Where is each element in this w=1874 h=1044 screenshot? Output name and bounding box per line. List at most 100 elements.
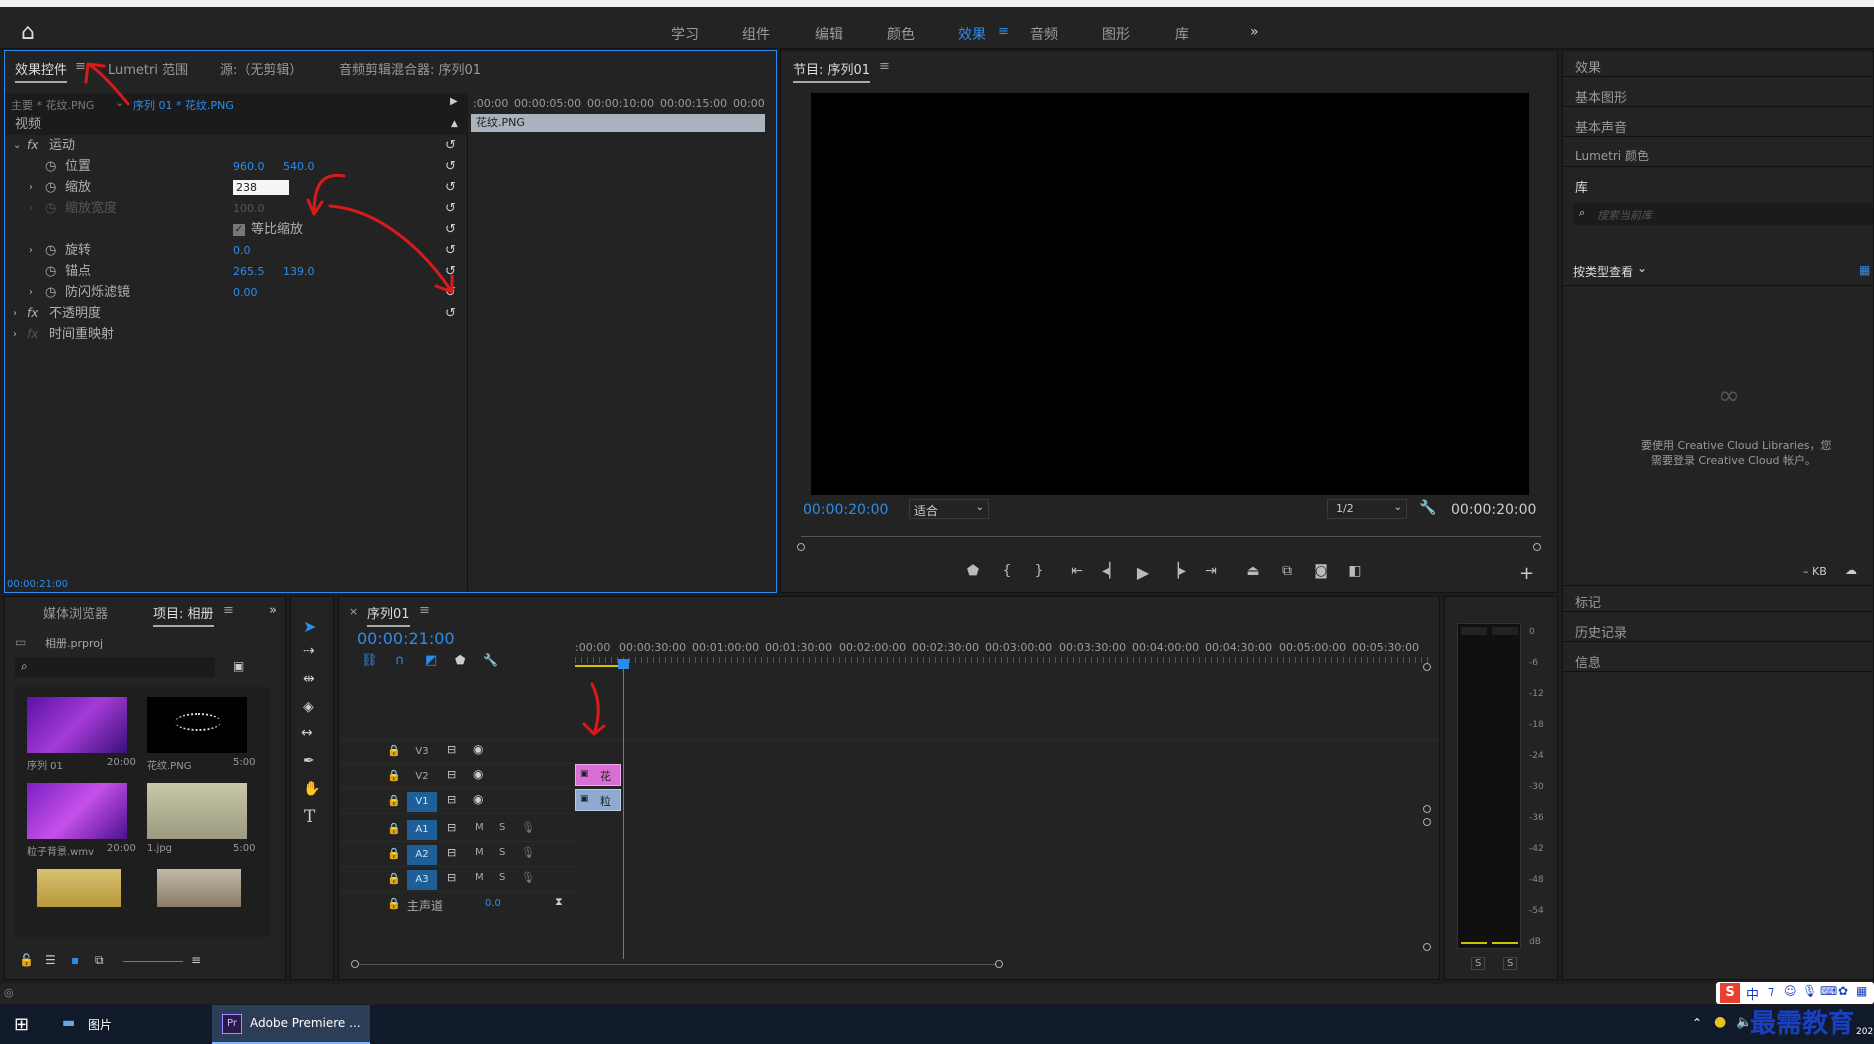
position-x-value[interactable]: 960.0 bbox=[233, 156, 265, 177]
opacity-row[interactable]: › fx 不透明度 ↺ bbox=[5, 303, 468, 324]
type-tool-icon[interactable]: T bbox=[304, 807, 315, 827]
mark-out-icon[interactable]: } bbox=[1027, 563, 1051, 579]
anchor-x-value[interactable]: 265.5 bbox=[233, 261, 265, 282]
windows-start-icon[interactable]: ⊞ bbox=[14, 1014, 29, 1035]
reset-icon[interactable]: ↺ bbox=[445, 177, 456, 198]
tab-sequence[interactable]: 序列01 bbox=[367, 603, 410, 627]
tab-menu-icon[interactable]: ≡ bbox=[223, 603, 234, 618]
tray-chevron-icon[interactable]: ⌃ bbox=[1692, 1016, 1702, 1030]
track-target-a2[interactable]: A2 bbox=[407, 845, 437, 865]
step-back-icon[interactable]: ◂▏ bbox=[1099, 563, 1123, 579]
work-area-bar[interactable] bbox=[575, 665, 623, 667]
wrench-icon[interactable]: 🔧 bbox=[483, 653, 498, 667]
expand-icon[interactable]: › bbox=[29, 177, 33, 198]
tab-source[interactable]: 源:（无剪辑） bbox=[220, 59, 302, 78]
master-volume-value[interactable]: 0.0 bbox=[485, 898, 501, 909]
slip-tool-icon[interactable]: ↔ bbox=[301, 725, 313, 741]
new-bin-icon[interactable]: ▣ bbox=[233, 659, 244, 673]
scrubber-end-handle[interactable] bbox=[1533, 543, 1541, 551]
workspace-color[interactable]: 颜色 bbox=[887, 24, 915, 44]
track-select-tool-icon[interactable]: ⇢ bbox=[303, 643, 315, 659]
solo-button[interactable]: S bbox=[499, 847, 505, 858]
workspace-editing[interactable]: 编辑 bbox=[815, 24, 843, 44]
add-marker-icon[interactable]: ⬟ bbox=[961, 563, 985, 579]
track-target-a3[interactable]: A3 bbox=[407, 870, 437, 890]
tab-media-browser[interactable]: 媒体浏览器 bbox=[43, 603, 108, 622]
tab-menu-icon[interactable]: ≡ bbox=[75, 59, 86, 74]
track-target-v1[interactable]: V1 bbox=[407, 792, 437, 812]
fx-icon[interactable]: fx bbox=[27, 135, 38, 156]
snap-magnet-icon[interactable]: ∩ bbox=[395, 653, 405, 668]
workspace-effects[interactable]: 效果 bbox=[958, 24, 986, 44]
scroll-handle[interactable] bbox=[1423, 663, 1431, 671]
sync-lock-icon[interactable]: ⊟ bbox=[447, 793, 456, 806]
add-button-icon[interactable]: + bbox=[1519, 563, 1534, 584]
lift-icon[interactable]: ⏏ bbox=[1241, 563, 1265, 579]
reset-icon[interactable]: ↺ bbox=[445, 219, 456, 240]
tab-audio-clip-mixer[interactable]: 音频剪辑混合器: 序列01 bbox=[339, 59, 481, 78]
workspace-learn[interactable]: 学习 bbox=[671, 24, 699, 44]
razor-tool-icon[interactable]: ◈ bbox=[303, 699, 314, 715]
sync-lock-icon[interactable]: ⊟ bbox=[447, 846, 456, 859]
chevron-down-icon[interactable]: ⌄ bbox=[1637, 261, 1647, 275]
playhead[interactable] bbox=[623, 659, 624, 959]
expand-icon[interactable]: › bbox=[13, 324, 17, 345]
play-icon[interactable]: ▶ bbox=[1131, 563, 1155, 582]
taskbar-item-pictures[interactable]: ▬ 图片 bbox=[54, 1005, 206, 1044]
mute-button[interactable]: M bbox=[475, 847, 484, 858]
thumbnail-particle-bg[interactable] bbox=[27, 783, 127, 839]
skin-icon[interactable]: ✿ bbox=[1838, 984, 1848, 998]
rotation-value[interactable]: 0.0 bbox=[233, 240, 251, 261]
pen-tool-icon[interactable]: ✒ bbox=[303, 753, 315, 769]
lock-icon[interactable]: 🔒 bbox=[387, 872, 401, 885]
thumbnail-photo-1[interactable] bbox=[147, 783, 247, 839]
punctuation-icon[interactable]: ⁊ bbox=[1768, 984, 1774, 998]
icon-view-icon[interactable]: ▪ bbox=[71, 953, 79, 967]
antiflicker-value[interactable]: 0.00 bbox=[233, 282, 258, 303]
hscroll-start-handle[interactable] bbox=[351, 960, 359, 968]
lock-icon[interactable]: 🔒 bbox=[387, 847, 401, 860]
mark-in-icon[interactable]: { bbox=[995, 563, 1019, 579]
thumbnail-sequence[interactable] bbox=[27, 697, 127, 753]
list-view-icon[interactable]: ☰ bbox=[45, 953, 56, 967]
program-video-frame[interactable] bbox=[811, 93, 1529, 495]
timeline-ruler[interactable]: :00:00 00:00:30:00 00:01:00:00 00:01:30:… bbox=[575, 641, 1431, 671]
track-target-v2[interactable]: V2 bbox=[407, 767, 437, 787]
wrench-icon[interactable]: 🔧 bbox=[1419, 500, 1436, 516]
tray-app-icon[interactable]: ● bbox=[1714, 1014, 1726, 1030]
scroll-handle[interactable] bbox=[1423, 818, 1431, 826]
linked-selection-icon[interactable]: ◩ bbox=[425, 653, 437, 668]
home-icon[interactable]: ⌂ bbox=[14, 19, 42, 47]
grid-view-icon[interactable]: ▦ bbox=[1859, 263, 1870, 277]
panel-history[interactable]: 历史记录 bbox=[1575, 622, 1627, 641]
expand-icon[interactable]: › bbox=[29, 240, 33, 261]
emoji-icon[interactable]: ☺ bbox=[1784, 984, 1797, 998]
sync-lock-icon[interactable]: ⊟ bbox=[447, 821, 456, 834]
tab-project[interactable]: 项目: 相册 bbox=[153, 603, 214, 627]
master-clip-label[interactable]: 主要 * 花纹.PNG bbox=[11, 97, 94, 113]
library-search-input[interactable]: ⌕ 搜索当前库 bbox=[1573, 203, 1873, 225]
scroll-up-icon[interactable]: ▲ bbox=[451, 114, 458, 135]
lock-icon[interactable]: 🔒 bbox=[387, 744, 401, 757]
tab-menu-icon[interactable]: ≡ bbox=[419, 603, 430, 618]
workspace-effects-menu-icon[interactable]: ≡ bbox=[998, 24, 1009, 39]
solo-left-button[interactable]: S bbox=[1471, 957, 1486, 970]
program-scrubber[interactable] bbox=[801, 536, 1541, 537]
resolution-dropdown[interactable]: 1/2 ⌄ bbox=[1327, 499, 1407, 519]
uniform-scale-checkbox[interactable]: ✓ bbox=[233, 224, 245, 236]
eye-icon[interactable]: ◉ bbox=[473, 742, 483, 756]
reset-icon[interactable]: ↺ bbox=[445, 240, 456, 261]
solo-right-button[interactable]: S bbox=[1503, 957, 1518, 970]
panel-libraries[interactable]: 库 bbox=[1575, 177, 1588, 196]
view-by-type-dropdown[interactable]: 按类型查看 bbox=[1573, 263, 1633, 280]
scroll-handle[interactable] bbox=[1423, 805, 1431, 813]
panel-essential-sound[interactable]: 基本声音 bbox=[1575, 117, 1627, 136]
lock-icon[interactable]: 🔒 bbox=[387, 794, 401, 807]
workspace-more-icon[interactable]: » bbox=[1250, 24, 1259, 40]
panel-markers[interactable]: 标记 bbox=[1575, 592, 1601, 611]
sync-lock-icon[interactable]: ⊟ bbox=[447, 743, 456, 756]
mini-clip-bar[interactable]: 花纹.PNG bbox=[471, 114, 765, 132]
microphone-icon[interactable]: 🎙 bbox=[1802, 984, 1817, 998]
export-frame-camera-icon[interactable]: ◙ bbox=[1309, 563, 1333, 579]
thumbnail-photo-3[interactable] bbox=[157, 869, 241, 907]
